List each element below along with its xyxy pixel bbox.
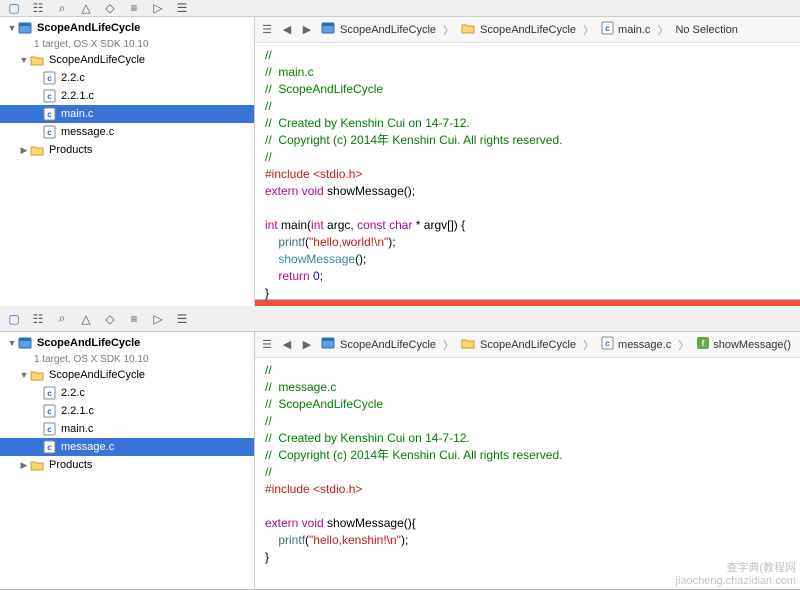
proj-icon	[321, 336, 337, 353]
svg-text:c: c	[47, 389, 52, 398]
jump-bar: ☰◀▶ScopeAndLifeCycle〉ScopeAndLifeCycle〉c…	[255, 332, 800, 358]
breadcrumb-separator: 〉	[582, 22, 595, 38]
svg-text:c: c	[47, 128, 52, 137]
file-item[interactable]: cmain.c	[0, 105, 254, 123]
source-editor[interactable]: //// message.c// ScopeAndLifeCycle//// C…	[255, 358, 800, 589]
hierarchy-icon[interactable]: ☷	[30, 311, 46, 327]
func-icon: f	[696, 336, 710, 353]
tests-icon[interactable]: ◇	[102, 0, 118, 16]
project-subtitle: 1 target, OS X SDK 10.10	[0, 37, 254, 51]
folder-icon	[30, 458, 46, 472]
forward-button[interactable]: ▶	[299, 23, 315, 37]
breakpoints-icon[interactable]: ▷	[150, 311, 166, 327]
folder-nav-icon[interactable]: ▢	[6, 311, 22, 327]
c-file-icon: c	[42, 422, 58, 436]
debug-icon[interactable]: ≡	[126, 0, 142, 16]
svg-text:f: f	[702, 339, 705, 348]
issues-icon[interactable]: △	[78, 0, 94, 16]
svg-text:c: c	[605, 339, 610, 348]
related-items-icon[interactable]: ☰	[259, 338, 275, 352]
reports-icon[interactable]: ☰	[174, 0, 190, 16]
file-item[interactable]: cmain.c	[0, 420, 254, 438]
c-file-icon: c	[42, 386, 58, 400]
project-subtitle: 1 target, OS X SDK 10.10	[0, 352, 254, 366]
cfile-icon: c	[601, 336, 615, 353]
source-editor[interactable]: //// main.c// ScopeAndLifeCycle//// Crea…	[255, 43, 800, 306]
editor-pane: ▢ ☷ ⌕ △ ◇ ≡ ▷ ☰ ▼ScopeAndLifeCycle1 target, OS X…	[0, 306, 800, 590]
project-navigator: ▼ScopeAndLifeCycle1 target, OS X SDK 10.…	[0, 17, 255, 306]
breadcrumb-separator: 〉	[442, 337, 455, 353]
group-Products[interactable]: ▶Products	[0, 456, 254, 474]
hierarchy-icon[interactable]: ☷	[30, 0, 46, 16]
reports-icon[interactable]: ☰	[174, 311, 190, 327]
svg-text:c: c	[47, 110, 52, 119]
search-icon[interactable]: ⌕	[54, 311, 70, 327]
file-item[interactable]: c2.2.1.c	[0, 87, 254, 105]
breadcrumb-item[interactable]: ScopeAndLifeCycle	[459, 19, 578, 40]
search-icon[interactable]: ⌕	[54, 0, 70, 16]
breadcrumb-separator: 〉	[582, 337, 595, 353]
file-item[interactable]: c2.2.c	[0, 384, 254, 402]
back-button[interactable]: ◀	[279, 338, 295, 352]
project-root[interactable]: ▼ScopeAndLifeCycle	[0, 334, 254, 352]
jump-bar: ☰◀▶ScopeAndLifeCycle〉ScopeAndLifeCycle〉c…	[255, 17, 800, 43]
project-icon	[18, 21, 34, 35]
breadcrumb-item[interactable]: No Selection	[673, 22, 739, 38]
cfile-icon: c	[601, 21, 615, 38]
editor-column: ☰◀▶ScopeAndLifeCycle〉ScopeAndLifeCycle〉c…	[255, 17, 800, 306]
folder-icon	[461, 21, 477, 38]
svg-text:c: c	[47, 407, 52, 416]
svg-text:c: c	[47, 92, 52, 101]
c-file-icon: c	[42, 107, 58, 121]
group-Products[interactable]: ▶Products	[0, 141, 254, 159]
breadcrumb-separator: 〉	[677, 337, 690, 353]
navigator-toolbar: ▢ ☷ ⌕ △ ◇ ≡ ▷ ☰	[0, 306, 800, 332]
file-item[interactable]: c2.2.c	[0, 69, 254, 87]
svg-text:c: c	[47, 425, 52, 434]
issues-icon[interactable]: △	[78, 311, 94, 327]
folder-icon	[30, 53, 46, 67]
svg-text:c: c	[47, 443, 52, 452]
related-items-icon[interactable]: ☰	[259, 23, 275, 37]
breadcrumb-item[interactable]: cmessage.c	[599, 334, 673, 355]
main-area: ▼ScopeAndLifeCycle1 target, OS X SDK 10.…	[0, 332, 800, 589]
project-icon	[18, 336, 34, 350]
navigator-toolbar: ▢ ☷ ⌕ △ ◇ ≡ ▷ ☰	[0, 0, 800, 17]
main-area: ▼ScopeAndLifeCycle1 target, OS X SDK 10.…	[0, 17, 800, 306]
folder-icon	[30, 368, 46, 382]
folder-icon	[461, 336, 477, 353]
project-navigator: ▼ScopeAndLifeCycle1 target, OS X SDK 10.…	[0, 332, 255, 589]
breadcrumb-item[interactable]: cmain.c	[599, 19, 652, 40]
forward-button[interactable]: ▶	[299, 338, 315, 352]
c-file-icon: c	[42, 71, 58, 85]
breadcrumb-item[interactable]: fshowMessage()	[694, 334, 793, 355]
svg-text:c: c	[605, 24, 610, 33]
group-ScopeAndLifeCycle[interactable]: ▼ScopeAndLifeCycle	[0, 366, 254, 384]
c-file-icon: c	[42, 125, 58, 139]
breakpoints-icon[interactable]: ▷	[150, 0, 166, 16]
breadcrumb-separator: 〉	[442, 22, 455, 38]
folder-icon	[30, 143, 46, 157]
c-file-icon: c	[42, 440, 58, 454]
file-item[interactable]: cmessage.c	[0, 438, 254, 456]
breadcrumb-item[interactable]: ScopeAndLifeCycle	[319, 19, 438, 40]
group-ScopeAndLifeCycle[interactable]: ▼ScopeAndLifeCycle	[0, 51, 254, 69]
tests-icon[interactable]: ◇	[102, 311, 118, 327]
breadcrumb-separator: 〉	[656, 22, 669, 38]
c-file-icon: c	[42, 89, 58, 103]
folder-nav-icon[interactable]: ▢	[6, 0, 22, 16]
editor-pane: ▢ ☷ ⌕ △ ◇ ≡ ▷ ☰ ▼ScopeAndLifeCycle1 target, OS X…	[0, 0, 800, 300]
editor-column: ☰◀▶ScopeAndLifeCycle〉ScopeAndLifeCycle〉c…	[255, 332, 800, 589]
back-button[interactable]: ◀	[279, 23, 295, 37]
breadcrumb-item[interactable]: ScopeAndLifeCycle	[459, 334, 578, 355]
debug-icon[interactable]: ≡	[126, 311, 142, 327]
project-root[interactable]: ▼ScopeAndLifeCycle	[0, 19, 254, 37]
breadcrumb-item[interactable]: ScopeAndLifeCycle	[319, 334, 438, 355]
svg-text:c: c	[47, 74, 52, 83]
c-file-icon: c	[42, 404, 58, 418]
file-item[interactable]: cmessage.c	[0, 123, 254, 141]
proj-icon	[321, 21, 337, 38]
file-item[interactable]: c2.2.1.c	[0, 402, 254, 420]
